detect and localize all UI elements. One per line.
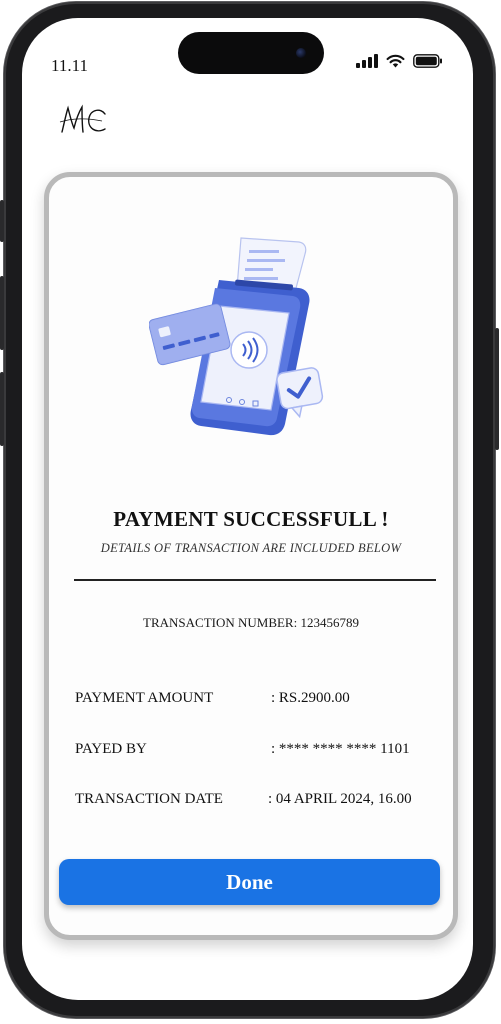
- status-icons: [356, 54, 443, 68]
- divider: [74, 579, 436, 581]
- done-button[interactable]: Done: [59, 859, 440, 905]
- volume-down-button: [0, 372, 4, 446]
- action-button: [0, 200, 4, 242]
- payment-amount-label: PAYMENT AMOUNT: [75, 690, 214, 706]
- payment-amount-value: : RS.2900.00: [271, 690, 350, 706]
- payment-terminal-illustration: [149, 237, 324, 436]
- transaction-number: TRANSACTION NUMBER: 123456789: [143, 615, 359, 630]
- payment-receipt-card: PAYMENT SUCCESSFULL ! DETAILS OF TRANSAC…: [44, 172, 458, 940]
- status-time: 11.11: [51, 56, 88, 75]
- payment-success-title: PAYMENT SUCCESSFULL !: [113, 507, 389, 531]
- screen: 11.11 PAYMENT SUCCESSFULL ! DETAILS OF T…: [22, 18, 473, 1000]
- camera-icon: [296, 48, 306, 58]
- payed-by-label: PAYED BY: [75, 741, 147, 757]
- volume-up-button: [0, 276, 4, 350]
- payed-by-value: : **** **** **** 1101: [271, 741, 410, 757]
- cellular-signal-icon: [356, 54, 378, 68]
- logo: [59, 104, 106, 133]
- payment-success-subtitle: DETAILS OF TRANSACTION ARE INCLUDED BELO…: [100, 541, 402, 555]
- battery-icon: [413, 54, 442, 68]
- transaction-date-value: : 04 APRIL 2024, 16.00: [268, 791, 412, 807]
- dynamic-island: [178, 32, 324, 74]
- wifi-icon: [386, 54, 405, 68]
- power-button: [495, 328, 499, 450]
- transaction-date-label: TRANSACTION DATE: [75, 791, 223, 807]
